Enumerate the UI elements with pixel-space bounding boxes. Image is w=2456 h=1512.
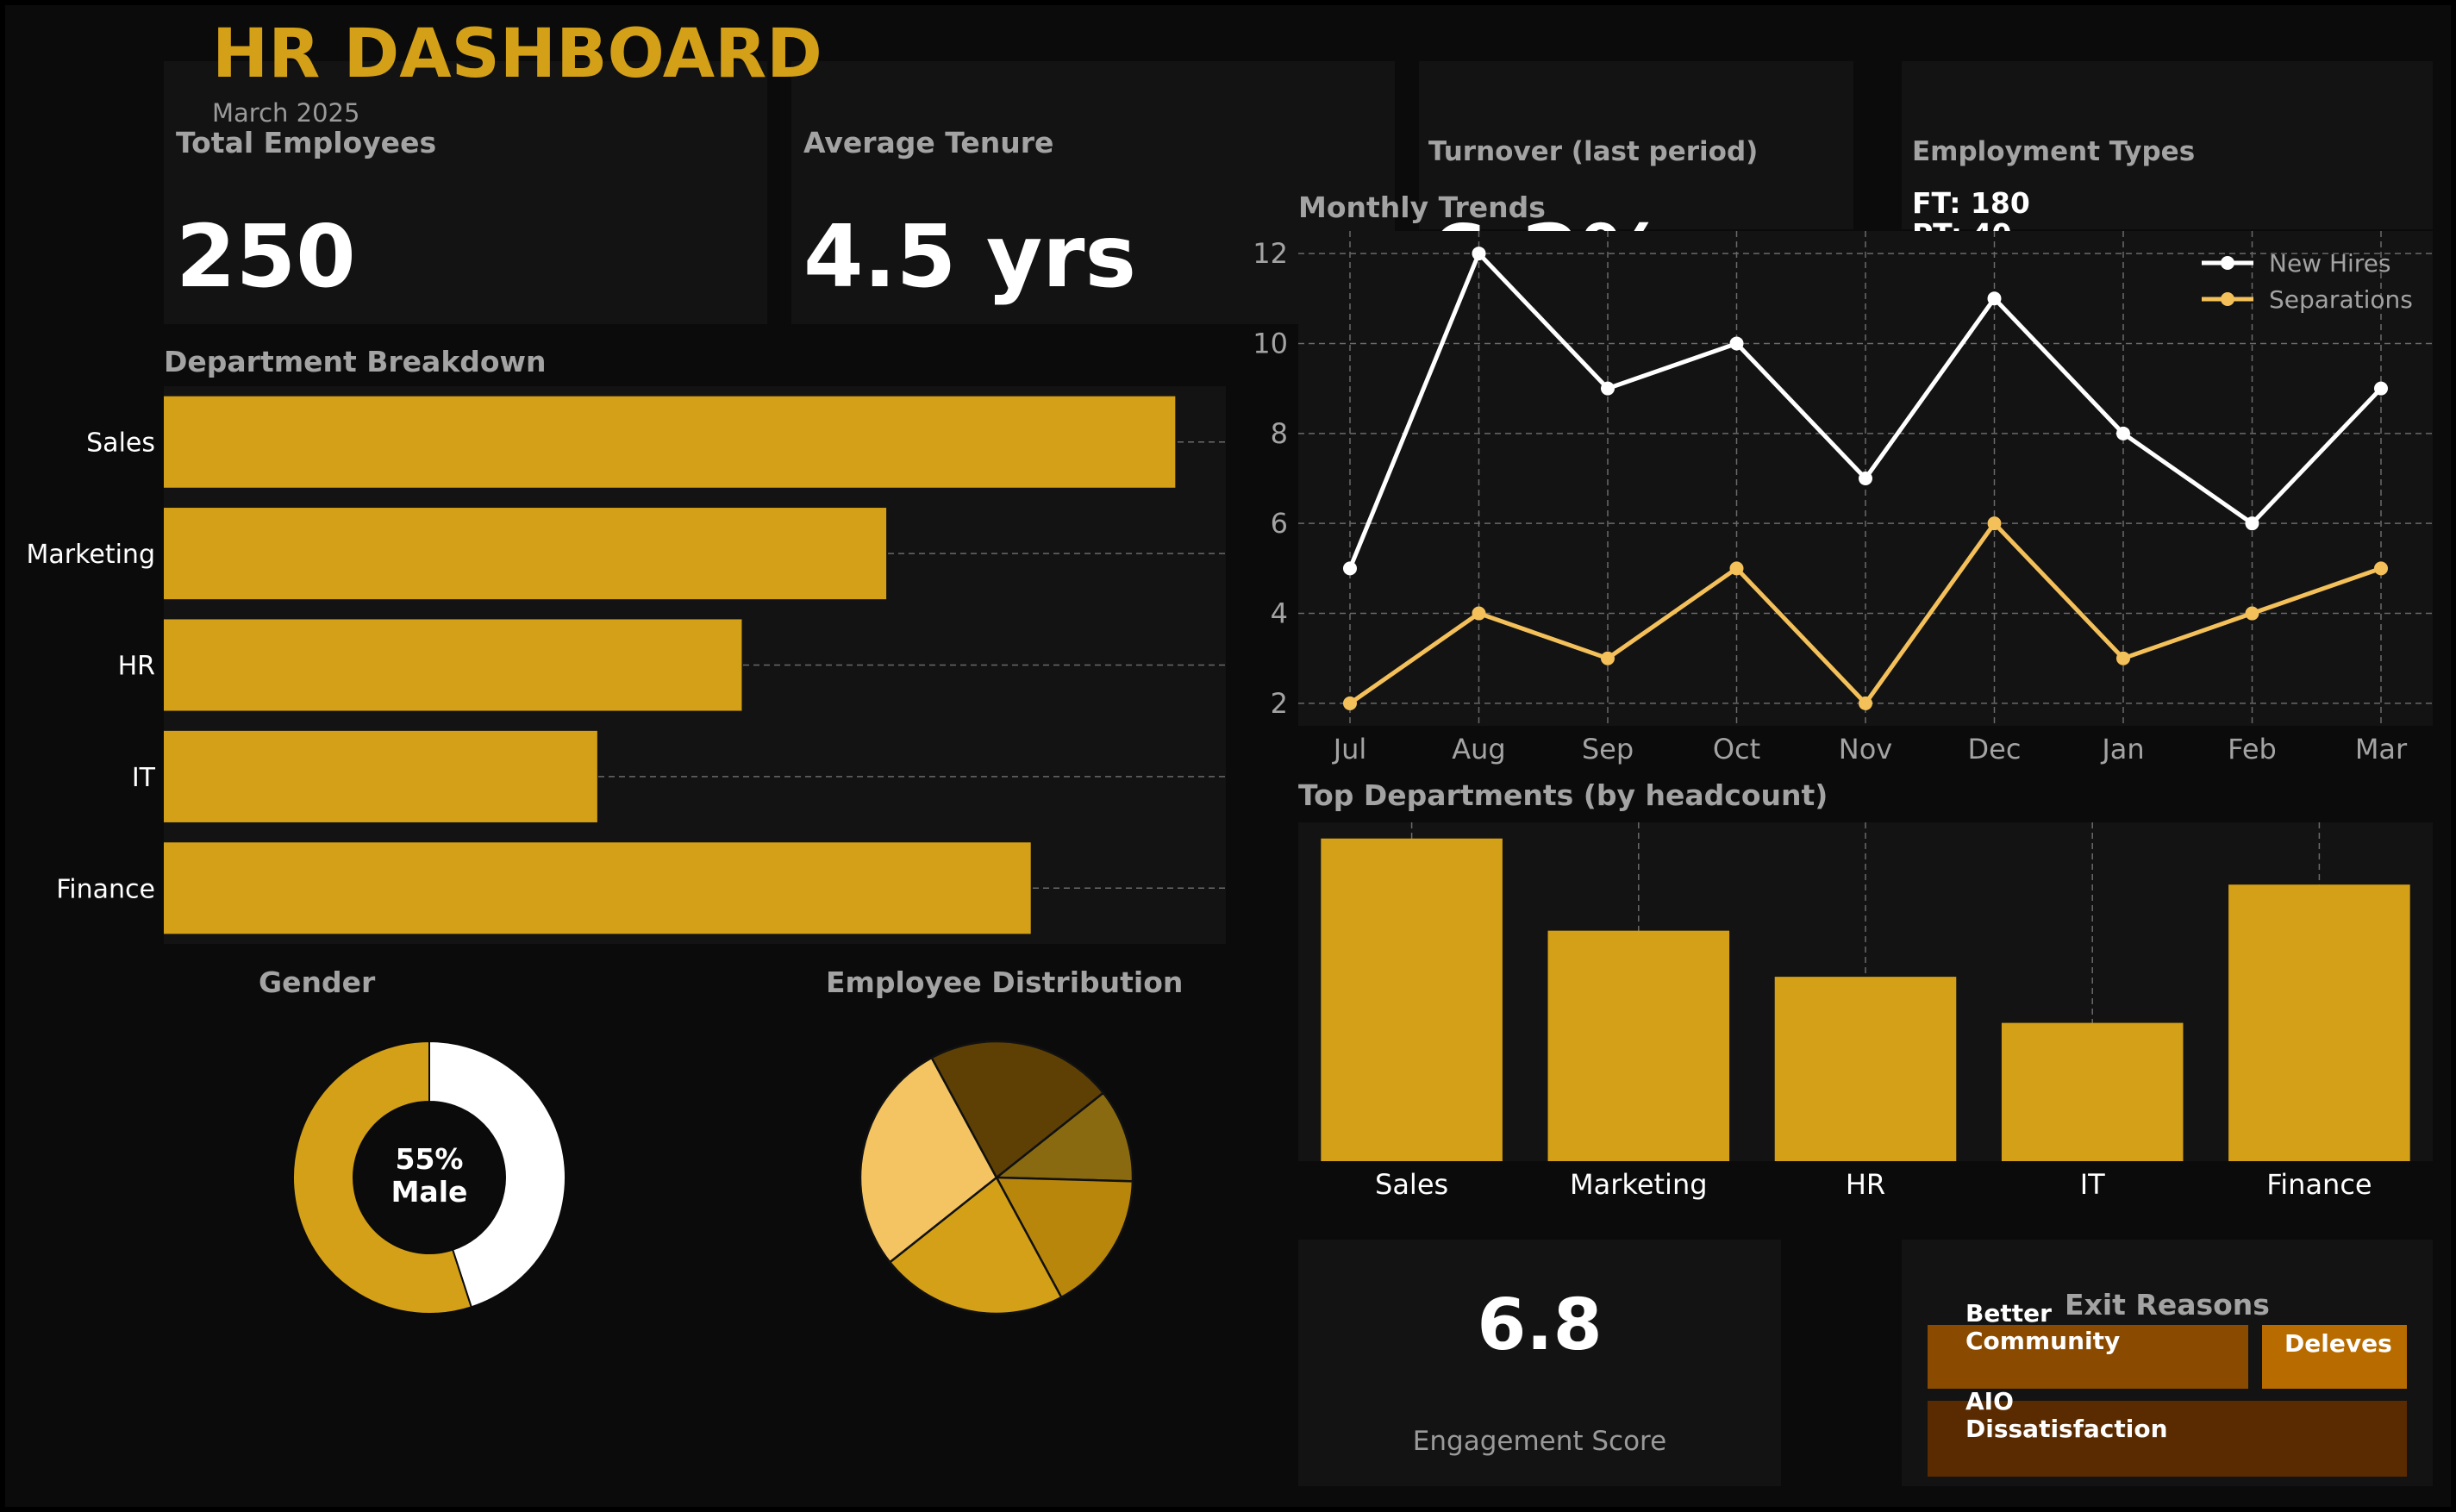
legend-marker [2221, 292, 2234, 306]
trend-point [2116, 426, 2130, 440]
exit-reason-deleves: Deleves [2284, 1329, 2392, 1358]
legend-label: Separations [2269, 285, 2413, 314]
legend-marker [2221, 256, 2234, 270]
trend-x-tick: Oct [1713, 733, 1760, 765]
trend-y-tick: 6 [1271, 507, 1288, 540]
engagement-label: Engagement Score [1412, 1426, 1667, 1457]
trend-y-tick: 10 [1253, 327, 1288, 359]
trend-y-tick: 12 [1253, 237, 1288, 270]
trend-y-tick: 4 [1271, 597, 1288, 630]
exit-reason-dissatisfaction: AIO Dissatisfaction [1965, 1387, 2168, 1443]
trend-point [1987, 291, 2002, 306]
trend-point [1343, 696, 1357, 710]
trend-x-tick: Mar [2355, 733, 2408, 765]
trend-point [1729, 561, 1744, 576]
trend-point [2116, 651, 2130, 665]
trend-y-tick: 8 [1271, 417, 1288, 450]
trend-y-tick: 2 [1271, 687, 1288, 720]
trend-x-tick: Dec [1968, 733, 2022, 765]
trend-point [2374, 561, 2388, 576]
trend-point [1729, 336, 1744, 351]
exit-reason-community: Better Community [1965, 1299, 2121, 1355]
trend-point [1601, 381, 1615, 396]
legend-label: New Hires [2269, 249, 2391, 278]
trend-x-tick: Nov [1839, 733, 1892, 765]
trend-x-tick: Aug [1452, 733, 1505, 765]
trend-point [1472, 606, 1486, 621]
trend-point [2245, 606, 2259, 621]
trend-point [1343, 561, 1357, 576]
trend-point [2245, 516, 2259, 531]
trend-x-tick: Feb [2228, 733, 2277, 765]
trend-point [1859, 472, 1872, 485]
trend-x-tick: Sep [1582, 733, 1634, 765]
trend-point [1601, 651, 1615, 665]
engagement-value: 6.8 [1477, 1284, 1603, 1366]
trend-point [1472, 247, 1486, 261]
trend-x-tick: Jul [1332, 733, 1367, 765]
monthly-trends-title: Monthly Trends [1298, 191, 1546, 224]
trend-point [1987, 516, 2002, 531]
trend-x-tick: Jan [2100, 733, 2144, 765]
trend-point [1859, 696, 1872, 710]
trend-point [2374, 381, 2388, 396]
